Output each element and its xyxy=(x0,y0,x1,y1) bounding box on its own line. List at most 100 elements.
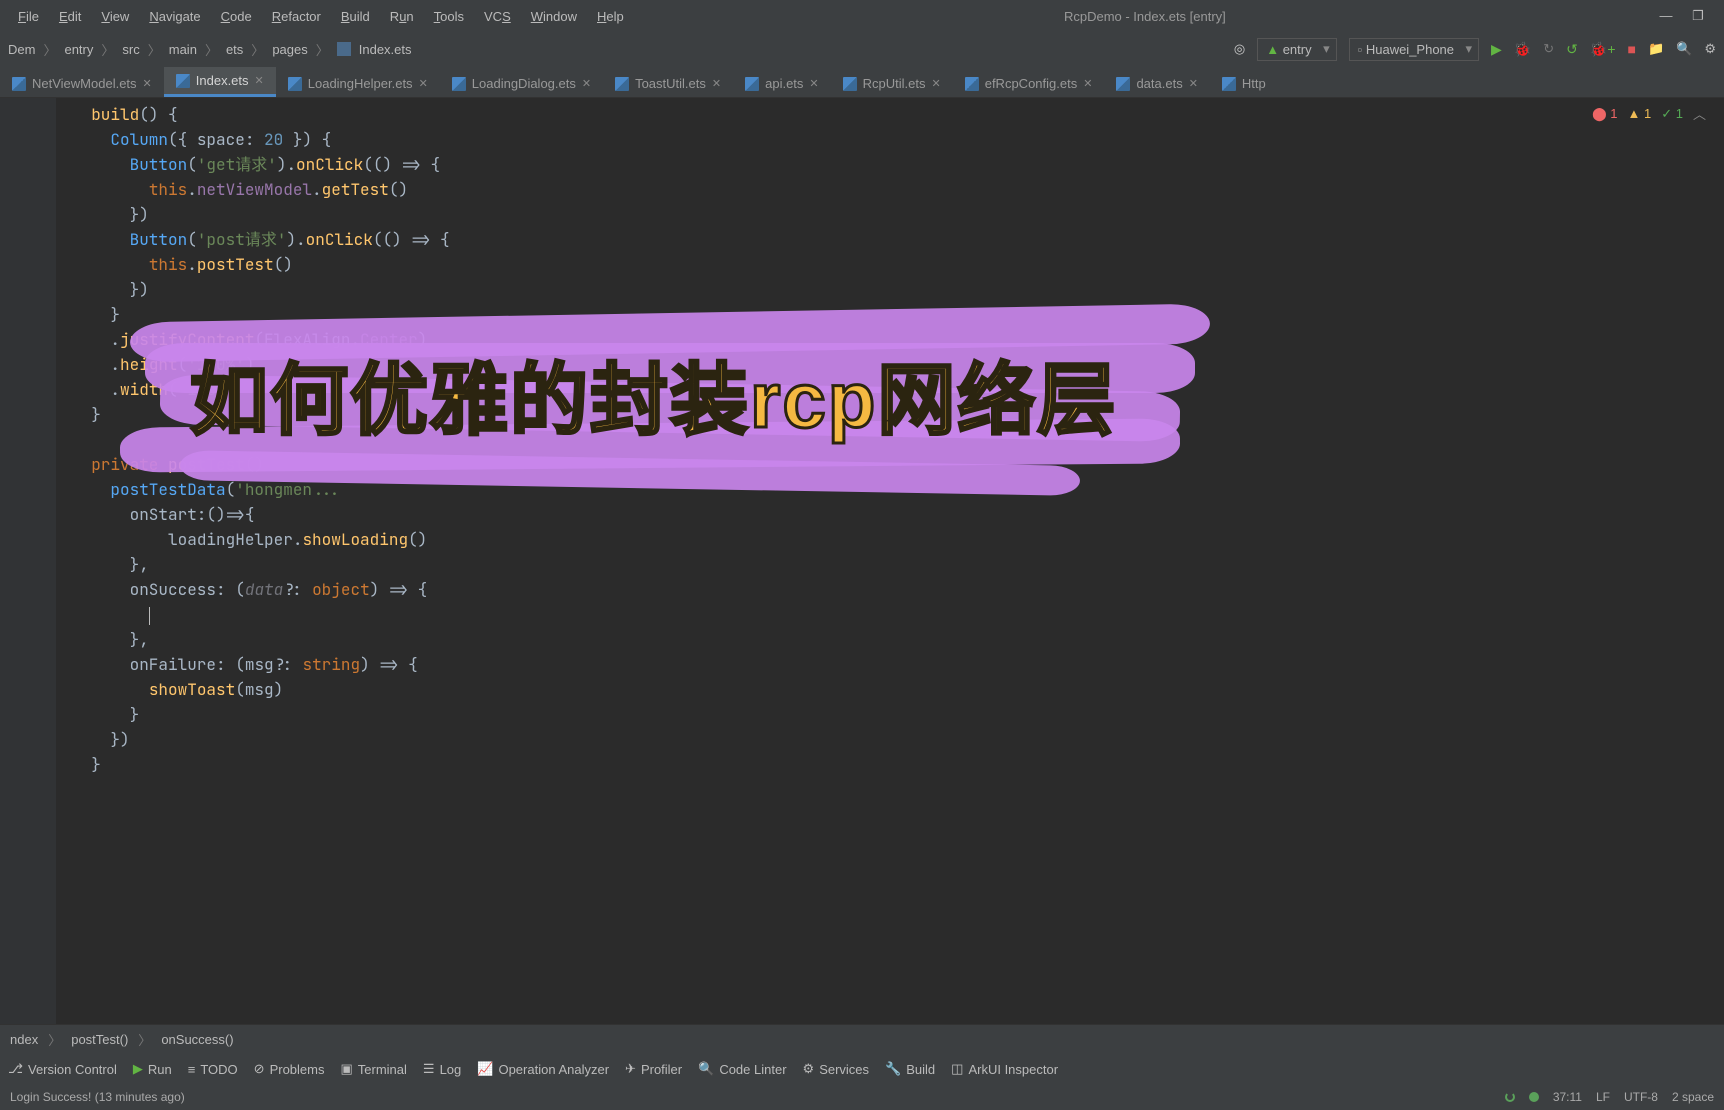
tab-index[interactable]: Index.ets✕ xyxy=(164,67,276,97)
todo-icon: ≡ xyxy=(188,1062,196,1077)
tool-operation-analyzer[interactable]: 📈Operation Analyzer xyxy=(477,1061,609,1077)
status-bar: Login Success! (13 minutes ago) 37:11 LF… xyxy=(0,1084,1724,1110)
close-icon[interactable]: ✕ xyxy=(255,74,264,87)
attach-icon[interactable]: 🐞+ xyxy=(1590,41,1616,58)
stop-icon[interactable]: ■ xyxy=(1628,41,1636,57)
crumb-3[interactable]: main xyxy=(169,42,197,57)
rerun-icon[interactable]: ↺ xyxy=(1566,41,1578,58)
breadcrumb-toolbar: Dem〉 entry〉 src〉 main〉 ets〉 pages〉 Index… xyxy=(0,32,1724,66)
services-icon: ⚙ xyxy=(803,1061,815,1077)
crumb-file[interactable]: Index.ets xyxy=(359,42,412,57)
status-message: Login Success! (13 minutes ago) xyxy=(10,1090,185,1104)
ets-icon xyxy=(12,77,26,91)
close-icon[interactable]: ✕ xyxy=(1189,77,1198,90)
ets-icon xyxy=(615,77,629,91)
crumb-5[interactable]: pages xyxy=(272,42,307,57)
run-icon[interactable]: ▶ xyxy=(1491,41,1502,58)
menu-view[interactable]: View xyxy=(91,5,139,28)
ets-icon xyxy=(176,74,190,88)
indent-setting[interactable]: 2 space xyxy=(1672,1090,1714,1104)
editor-tabs: NetViewModel.ets✕ Index.ets✕ LoadingHelp… xyxy=(0,66,1724,98)
log-icon: ☰ xyxy=(423,1061,435,1077)
ets-icon xyxy=(1222,77,1236,91)
tab-loadingdialog[interactable]: LoadingDialog.ets✕ xyxy=(440,70,603,97)
collapse-icon[interactable]: ︿ xyxy=(1693,104,1706,123)
tab-http[interactable]: Http xyxy=(1210,70,1278,97)
settings-icon[interactable]: ⚙ xyxy=(1704,41,1716,57)
tab-api[interactable]: api.ets✕ xyxy=(733,70,831,97)
tool-code-linter[interactable]: 🔍Code Linter xyxy=(698,1061,786,1077)
terminal-icon: ▣ xyxy=(340,1061,352,1077)
ets-icon xyxy=(745,77,759,91)
tool-build[interactable]: 🔧Build xyxy=(885,1061,935,1077)
menu-bar: FFileile Edit View Navigate Code Refacto… xyxy=(0,0,1724,32)
tool-arkui-inspector[interactable]: ◫ArkUI Inspector xyxy=(951,1061,1058,1077)
trail-method[interactable]: postTest() xyxy=(71,1032,128,1047)
run-config-select[interactable]: ▲ entry xyxy=(1257,38,1336,61)
menu-help[interactable]: Help xyxy=(587,5,634,28)
crumb-2[interactable]: src xyxy=(122,42,139,57)
tool-log[interactable]: ☰Log xyxy=(423,1061,461,1077)
code-editor[interactable]: build() { Column({ space: 20 }) { Button… xyxy=(56,98,1724,1024)
minimize-button[interactable]: — xyxy=(1656,8,1676,24)
tab-toastutil[interactable]: ToastUtil.ets✕ xyxy=(603,70,733,97)
profiler-icon: ✈ xyxy=(625,1061,636,1077)
tool-run[interactable]: ▶Run xyxy=(133,1061,172,1077)
menu-build[interactable]: Build xyxy=(331,5,380,28)
tool-version-control[interactable]: ⎇Version Control xyxy=(8,1061,117,1077)
menu-run[interactable]: Run xyxy=(380,5,424,28)
menu-window[interactable]: Window xyxy=(521,5,587,28)
trail-inner[interactable]: onSuccess() xyxy=(161,1032,233,1047)
tool-profiler[interactable]: ✈Profiler xyxy=(625,1061,682,1077)
close-icon[interactable]: ✕ xyxy=(143,77,152,90)
editor-area[interactable]: build() { Column({ space: 20 }) { Button… xyxy=(0,98,1724,1024)
close-icon[interactable]: ✕ xyxy=(582,77,591,90)
menu-file[interactable]: FFileile xyxy=(8,5,49,28)
inspection-widget[interactable]: ⬤ 1 ▲ 1 ✓ 1 ︿ xyxy=(1592,104,1706,123)
fold-gutter xyxy=(40,98,56,1024)
close-icon[interactable]: ✕ xyxy=(419,77,428,90)
close-icon[interactable]: ✕ xyxy=(712,77,721,90)
ok-indicator[interactable]: ✓ 1 xyxy=(1661,106,1683,122)
menu-edit[interactable]: Edit xyxy=(49,5,91,28)
menu-tools[interactable]: Tools xyxy=(424,5,474,28)
crumb-0[interactable]: Dem xyxy=(8,42,35,57)
line-gutter xyxy=(0,98,40,1024)
connection-indicator xyxy=(1529,1092,1539,1102)
tab-data[interactable]: data.ets✕ xyxy=(1104,70,1209,97)
tool-services[interactable]: ⚙Services xyxy=(803,1061,870,1077)
file-encoding[interactable]: UTF-8 xyxy=(1624,1090,1658,1104)
tab-rcputil[interactable]: RcpUtil.ets✕ xyxy=(831,70,953,97)
tool-todo[interactable]: ≡TODO xyxy=(188,1062,238,1077)
tab-loadinghelper[interactable]: LoadingHelper.ets✕ xyxy=(276,70,440,97)
menu-vcs[interactable]: VCS xyxy=(474,5,521,28)
tab-efrcpconfig[interactable]: efRcpConfig.ets✕ xyxy=(953,70,1105,97)
ets-icon xyxy=(965,77,979,91)
open-file-icon[interactable]: 📁 xyxy=(1648,41,1664,57)
tab-netviewmodel[interactable]: NetViewModel.ets✕ xyxy=(0,70,164,97)
close-icon[interactable]: ✕ xyxy=(932,77,941,90)
close-icon[interactable]: ✕ xyxy=(809,77,818,90)
tool-problems[interactable]: ⊘Problems xyxy=(254,1061,325,1077)
structure-breadcrumb: ndex〉 postTest()〉 onSuccess() xyxy=(0,1024,1724,1054)
menu-refactor[interactable]: Refactor xyxy=(262,5,331,28)
trail-class[interactable]: ndex xyxy=(10,1032,38,1047)
crumb-4[interactable]: ets xyxy=(226,42,243,57)
build-icon: 🔧 xyxy=(885,1061,901,1077)
warning-indicator[interactable]: ▲ 1 xyxy=(1628,106,1652,121)
menu-code[interactable]: Code xyxy=(211,5,262,28)
crumb-1[interactable]: entry xyxy=(64,42,93,57)
tool-terminal[interactable]: ▣Terminal xyxy=(340,1061,406,1077)
menu-navigate[interactable]: Navigate xyxy=(139,5,210,28)
search-icon[interactable]: 🔍 xyxy=(1676,41,1692,57)
line-separator[interactable]: LF xyxy=(1596,1090,1610,1104)
maximize-button[interactable]: ❐ xyxy=(1688,8,1708,24)
device-select[interactable]: ▫ Huawei_Phone xyxy=(1349,38,1479,61)
debug-icon[interactable]: 🐞 xyxy=(1514,41,1531,58)
error-indicator[interactable]: ⬤ 1 xyxy=(1592,106,1617,122)
coverage-icon[interactable]: ↻ xyxy=(1543,41,1554,57)
target-icon[interactable]: ◎ xyxy=(1234,41,1245,57)
cursor-position[interactable]: 37:11 xyxy=(1553,1090,1582,1104)
close-icon[interactable]: ✕ xyxy=(1083,77,1092,90)
run-icon: ▶ xyxy=(133,1061,143,1077)
